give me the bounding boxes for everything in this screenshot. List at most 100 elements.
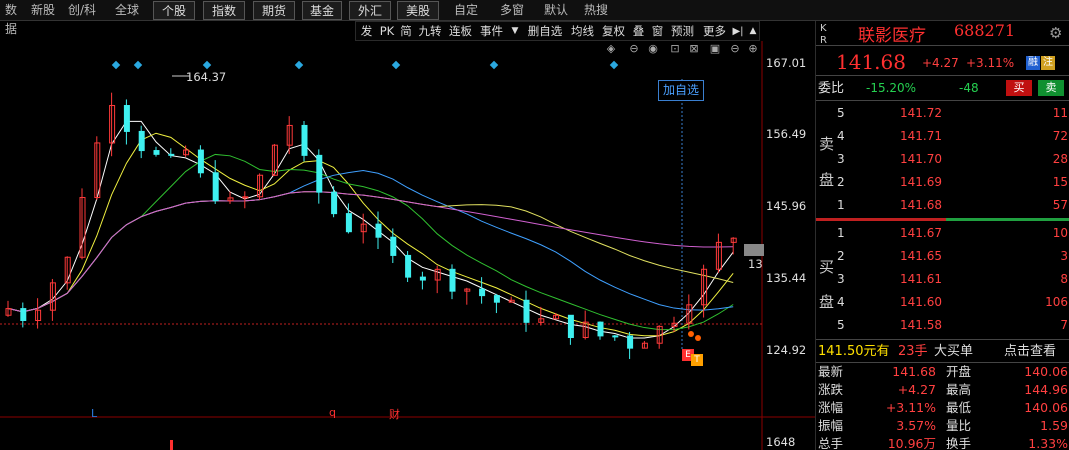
- eye-icon[interactable]: ◉: [646, 42, 660, 56]
- ask-row[interactable]: 1 141.68 57: [816, 194, 1069, 217]
- candle-body: [419, 276, 426, 281]
- stock-name: 联影医疗: [858, 26, 926, 46]
- ma-line: [7, 120, 734, 339]
- bid-lvl: 3: [837, 272, 845, 286]
- bid-vol: 8: [1060, 272, 1068, 286]
- zoom-out-icon[interactable]: ⊖: [728, 42, 742, 56]
- tool-fa[interactable]: 发: [358, 22, 375, 41]
- delete-icon[interactable]: ⊡: [668, 42, 682, 56]
- tool-adjust[interactable]: 复权: [599, 22, 628, 41]
- bid-row[interactable]: 2 141.65 3: [816, 245, 1069, 268]
- dropdown-arrow-icon[interactable]: ▼: [508, 22, 522, 41]
- ask-row[interactable]: 5 141.72 11: [816, 102, 1069, 125]
- bid-row[interactable]: 4 141.60 106: [816, 291, 1069, 314]
- tool-lianban[interactable]: 连板: [446, 22, 475, 41]
- ma-line: [7, 191, 734, 313]
- stat-v2: 140.06: [1024, 400, 1068, 415]
- ask-row[interactable]: 3 141.70 28: [816, 148, 1069, 171]
- bid-lvl: 5: [837, 318, 845, 332]
- bid-vol: 7: [1060, 318, 1068, 332]
- gear-icon[interactable]: ⚙: [1049, 24, 1062, 42]
- tool-pk[interactable]: PK: [377, 22, 397, 41]
- tool-events[interactable]: 事件: [477, 22, 506, 41]
- tool-overlay[interactable]: 叠: [630, 22, 647, 41]
- nav-us-stock[interactable]: 美股: [397, 1, 439, 20]
- vbar-icon[interactable]: ⊠: [687, 42, 701, 56]
- kr-tag[interactable]: K R: [820, 23, 830, 47]
- bid-row[interactable]: 3 141.61 8: [816, 268, 1069, 291]
- tool-jian[interactable]: 简: [398, 22, 414, 41]
- stat-v1: +4.27: [897, 382, 936, 397]
- candle-body: [523, 299, 530, 323]
- candle-body: [331, 191, 338, 215]
- view-detail-link[interactable]: 点击查看: [1004, 340, 1056, 363]
- candle-body: [168, 153, 175, 156]
- top-nav: 数据 新股 创/科 全球 个股 指数 期货 基金 外汇 美股 自定 多窗 默认 …: [0, 0, 1069, 36]
- ma-line: [7, 153, 734, 331]
- zoom-in-icon[interactable]: ⊕: [746, 42, 760, 56]
- nav-default[interactable]: 默认: [540, 1, 572, 20]
- ask-lvl: 2: [837, 175, 845, 189]
- candle-body: [123, 105, 130, 132]
- tool-predict[interactable]: 预测: [668, 22, 697, 41]
- sell-button[interactable]: 卖: [1038, 80, 1064, 96]
- ask-price: 141.72: [900, 106, 942, 120]
- moving-averages: [7, 120, 734, 339]
- marker-q: q: [329, 406, 336, 419]
- ask-vol: 72: [1052, 129, 1068, 143]
- tool-more[interactable]: 更多: [700, 22, 729, 41]
- buy-button[interactable]: 买: [1006, 80, 1032, 96]
- stat-v2: 144.96: [1024, 382, 1068, 397]
- marker-t: T: [691, 354, 703, 366]
- candle-body: [597, 321, 604, 337]
- scroll-up-icon[interactable]: ▲: [747, 22, 759, 41]
- big-order-row[interactable]: 141.50元有 23手 大买单 点击查看: [816, 340, 1069, 363]
- screenshot-icon[interactable]: ▣: [708, 42, 722, 56]
- candle-body: [405, 254, 412, 278]
- y-tick: 135.44: [766, 271, 807, 285]
- volume-bar: [170, 440, 173, 450]
- ask-price: 141.69: [900, 175, 942, 189]
- stat-k1: 振幅: [818, 418, 844, 433]
- ask-lvl: 3: [837, 152, 845, 166]
- nav-fund[interactable]: 基金: [302, 1, 342, 20]
- collapse-right-icon[interactable]: ▶|: [731, 22, 745, 41]
- stat-k2: 最低: [946, 400, 972, 415]
- nav-multiwindow[interactable]: 多窗: [495, 1, 529, 20]
- tool-window[interactable]: 窗: [649, 22, 666, 41]
- stat-k1: 涨跌: [818, 382, 844, 397]
- bid-row[interactable]: 1 141.67 10: [816, 222, 1069, 245]
- bid-lvl: 1: [837, 226, 845, 240]
- volume-tick: 1648: [766, 435, 796, 449]
- weibi-diff: -48: [959, 81, 979, 95]
- nav-stock[interactable]: 个股: [153, 1, 195, 20]
- nav-forex[interactable]: 外汇: [349, 1, 391, 20]
- nav-hot[interactable]: 热搜: [580, 1, 612, 20]
- nav-index[interactable]: 指数: [203, 1, 245, 20]
- tool-remove-watch[interactable]: 删自选: [524, 22, 566, 41]
- lock-icon[interactable]: ⊖: [627, 42, 641, 56]
- kline-chart[interactable]: ◈ ⊖ ◉ ⊡ ⊠ ▣ ⊖ ⊕ 167.01 156.49 145.96 135…: [0, 41, 815, 450]
- ask-lvl: 5: [837, 106, 845, 120]
- ask-vol: 15: [1052, 175, 1068, 189]
- ask-row[interactable]: 4 141.71 72: [816, 125, 1069, 148]
- tool-ma[interactable]: 均线: [568, 22, 597, 41]
- nav-data[interactable]: 数据: [0, 1, 22, 36]
- stat-k1: 最新: [818, 364, 844, 379]
- add-watchlist-button[interactable]: 加自选: [658, 80, 704, 101]
- register-badge: 注: [1041, 56, 1055, 70]
- tool-jiuzhuan[interactable]: 九转: [416, 22, 444, 41]
- nav-chuangke[interactable]: 创/科: [64, 1, 100, 20]
- stock-code: 688271: [954, 21, 1016, 40]
- nav-ipo[interactable]: 新股: [28, 1, 58, 20]
- nav-futures[interactable]: 期货: [253, 1, 295, 20]
- nav-global[interactable]: 全球: [110, 1, 144, 20]
- bid-price: 141.58: [900, 318, 942, 332]
- price-change: +4.27: [922, 56, 959, 70]
- color-icon[interactable]: ◈: [604, 42, 618, 56]
- ask-row[interactable]: 2 141.69 15: [816, 171, 1069, 194]
- bid-row[interactable]: 5 141.58 7: [816, 314, 1069, 337]
- nav-custom[interactable]: 自定: [448, 1, 484, 20]
- chart-toolbar: 发 PK 简 九转 连板 事件 ▼ 删自选 均线 复权 叠 窗 预测 更多 ▶|…: [355, 21, 760, 41]
- price-change-pct: +3.11%: [966, 56, 1015, 70]
